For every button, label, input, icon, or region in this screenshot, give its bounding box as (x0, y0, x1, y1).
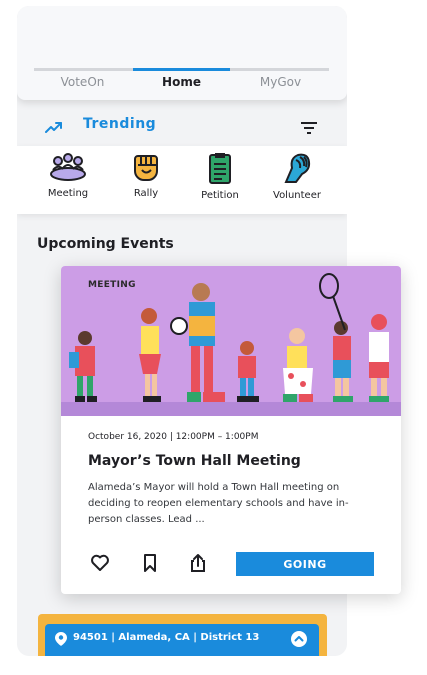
category-label: Petition (201, 190, 239, 201)
event-card[interactable]: MEETING October 16, 2020 | 12:00PM – 1:0… (61, 266, 401, 594)
tab-voteon[interactable]: VoteOn (34, 71, 131, 99)
filter-icon[interactable] (301, 121, 317, 135)
rally-fist-icon (134, 155, 158, 181)
going-button[interactable]: GOING (236, 552, 374, 576)
category-label: Volunteer (273, 190, 321, 201)
petition-clipboard-icon (209, 153, 231, 184)
tab-home[interactable]: Home (133, 71, 230, 99)
share-icon[interactable] (188, 553, 208, 573)
category-rally[interactable]: Rally (111, 152, 181, 212)
location-text: 94501 | Alameda, CA | District 13 (73, 632, 260, 643)
trending-label: Trending (83, 116, 157, 132)
category-bar: Meeting Rally Petition Volunteer (17, 146, 347, 214)
volunteer-hand-icon (284, 153, 311, 183)
event-tag: MEETING (88, 280, 136, 290)
category-meeting[interactable]: Meeting (33, 152, 103, 212)
category-label: Rally (133, 188, 159, 199)
event-date: October 16, 2020 | 12:00PM – 1:00PM (88, 432, 259, 442)
location-pin-icon (55, 632, 67, 646)
location-bar[interactable]: 94501 | Alameda, CA | District 13 (45, 624, 319, 656)
trending-up-icon (45, 122, 62, 133)
event-actions: GOING (61, 550, 401, 580)
meeting-icon (50, 153, 86, 181)
category-volunteer[interactable]: Volunteer (262, 152, 332, 212)
category-petition[interactable]: Petition (185, 152, 255, 212)
tab-bar: VoteOn Home MyGov (34, 68, 329, 99)
event-title[interactable]: Mayor’s Town Hall Meeting (88, 453, 301, 469)
category-label: Meeting (47, 188, 89, 199)
tab-mygov[interactable]: MyGov (232, 71, 329, 99)
event-description: Alameda’s Mayor will hold a Town Hall me… (88, 482, 349, 525)
event-hero-illustration: MEETING (61, 266, 401, 416)
trending-header: Trending (17, 110, 347, 144)
bookmark-icon[interactable] (140, 553, 160, 573)
top-navigation-bar: VoteOn Home MyGov (17, 6, 347, 100)
chevron-up-icon[interactable] (291, 631, 307, 647)
section-title: Upcoming Events (37, 236, 174, 252)
location-panel: 94501 | Alameda, CA | District 13 (38, 614, 327, 656)
heart-icon[interactable] (90, 553, 110, 573)
